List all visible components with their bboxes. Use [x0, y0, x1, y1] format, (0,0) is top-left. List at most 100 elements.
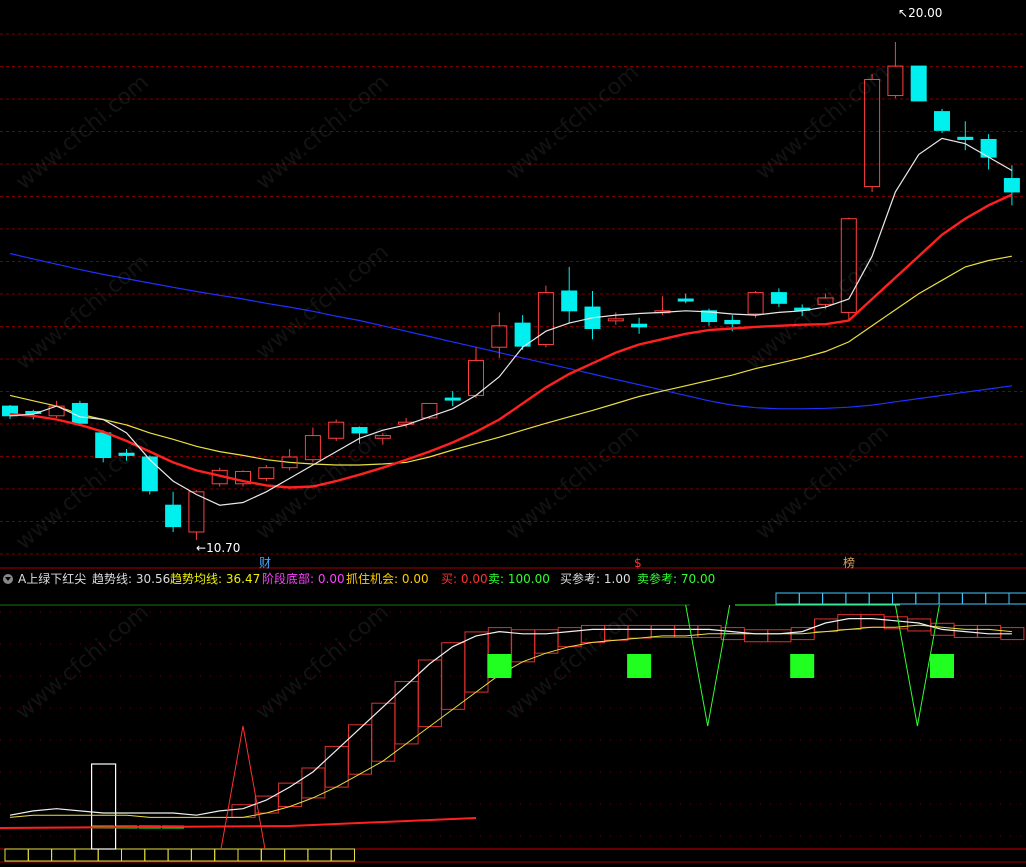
strip-box	[798, 592, 824, 605]
candle-down	[677, 298, 694, 302]
kline-chart[interactable]	[0, 0, 1026, 867]
trend-box	[348, 724, 372, 775]
strip-box	[961, 592, 987, 605]
candle-down	[118, 452, 135, 456]
candle-down	[141, 456, 158, 492]
ma-red-path	[9, 193, 1013, 489]
trend-box	[417, 659, 442, 728]
trend-box	[394, 681, 419, 745]
trend-box	[581, 624, 605, 643]
opportunity-readout: 抓住机会: 0.00	[346, 572, 429, 586]
ma-yellow-path	[9, 255, 1013, 466]
trend-box	[744, 629, 769, 643]
candle-up	[864, 78, 881, 188]
candle-up	[188, 491, 205, 533]
strip-box	[167, 848, 192, 862]
strip-box	[97, 848, 122, 862]
event-marker-list[interactable]: 榜	[843, 556, 855, 570]
strip-box	[915, 592, 940, 605]
red-spike	[220, 725, 266, 850]
candle-down	[444, 397, 461, 401]
ma-white-line	[9, 137, 1013, 506]
candle-up	[491, 325, 508, 348]
candle-up	[887, 65, 904, 97]
candle-up	[468, 360, 484, 396]
candle-up	[747, 292, 764, 315]
red-trend-segment	[0, 817, 477, 829]
trend-box	[604, 624, 629, 641]
trend-box	[977, 624, 1002, 638]
high-arrow-icon: ↖	[898, 6, 909, 20]
strip-box	[51, 848, 76, 862]
strip-box	[822, 592, 847, 605]
white-signal-block	[90, 763, 117, 850]
ma-blue-path	[9, 252, 1012, 410]
strip-box	[307, 848, 332, 862]
candle-up	[328, 421, 345, 439]
signal-square	[487, 654, 512, 678]
signal-square	[790, 654, 815, 678]
candle-down	[95, 432, 112, 459]
candle-up	[607, 318, 624, 322]
signal-square	[627, 654, 652, 678]
ma-white-path	[9, 137, 1013, 506]
strip-box	[260, 848, 286, 862]
sell-readout: 卖: 100.00	[488, 572, 550, 586]
strip-box	[214, 848, 239, 862]
event-marker-finance[interactable]: 财	[259, 556, 271, 570]
candle-up	[374, 435, 391, 439]
candle-down	[71, 402, 88, 424]
strip-box	[845, 592, 870, 605]
candle-up	[817, 297, 834, 305]
grid-lines	[0, 33, 1026, 863]
trend-avg-readout: 趋势均线: 36.47	[170, 572, 261, 586]
strip-box	[985, 592, 1010, 605]
buy-readout: 买: 0.00	[441, 572, 488, 586]
ma-yellow-line	[9, 255, 1013, 466]
candle-up	[421, 402, 438, 419]
trend-box	[511, 629, 536, 663]
high-price-label: ↖20.00	[898, 6, 943, 20]
event-marker-dollar[interactable]: $	[634, 556, 642, 570]
candle-down	[631, 323, 648, 328]
candle-down	[910, 65, 927, 102]
ma-blue-line	[9, 252, 1012, 410]
trend-box	[767, 629, 792, 643]
strip-box	[27, 848, 53, 862]
strip-box	[1008, 592, 1026, 605]
stage-bottom-readout: 阶段底部: 0.00	[262, 572, 345, 586]
strip-box	[868, 592, 894, 605]
strip-box	[775, 592, 800, 605]
candle-down	[514, 322, 531, 347]
low-arrow-icon: ←	[196, 541, 207, 555]
indicator-plot	[0, 592, 1026, 862]
strip-box	[121, 848, 146, 862]
strip-box	[237, 848, 262, 862]
indicator-title[interactable]: A上绿下红尖	[18, 571, 86, 587]
candle-down	[165, 504, 182, 528]
candle-down	[957, 136, 974, 140]
strip-box	[892, 592, 917, 605]
candle-down	[724, 319, 741, 325]
trend-box	[464, 631, 489, 693]
buy-ref-readout: 买参考: 1.00	[560, 572, 631, 586]
candle-down	[351, 427, 368, 434]
sell-v-line	[685, 604, 731, 727]
candle-down	[561, 290, 578, 312]
strip-box	[4, 848, 29, 862]
candle-up	[537, 292, 554, 346]
candle-down	[770, 292, 787, 304]
strip-box	[938, 592, 963, 605]
sell-ref-readout: 卖参考: 70.00	[637, 572, 716, 586]
trend-box	[371, 702, 396, 762]
trend-box	[697, 624, 722, 638]
strip-box	[190, 848, 216, 862]
candle-down	[1003, 178, 1020, 193]
low-price-label: ←10.70	[196, 541, 241, 555]
candle-down	[934, 111, 950, 131]
trend-line-readout: 趋势线: 30.56	[92, 572, 171, 586]
ma-red-line	[9, 193, 1013, 489]
strip-box	[284, 848, 309, 862]
trend-box	[324, 745, 349, 788]
strip-box	[330, 848, 356, 862]
